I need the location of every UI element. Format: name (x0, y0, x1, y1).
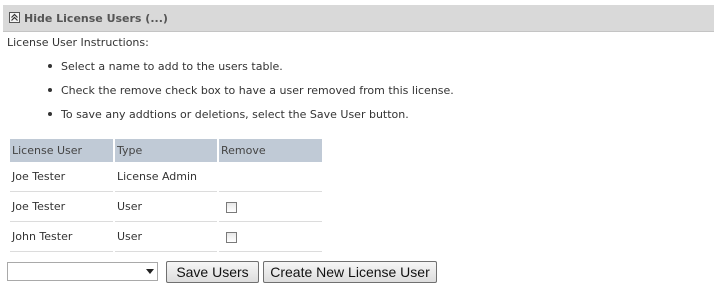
column-header-remove: Remove (219, 139, 322, 162)
bullet-icon (48, 112, 52, 116)
instruction-text: Check the remove check box to have a use… (61, 84, 454, 97)
remove-checkbox[interactable] (226, 231, 237, 243)
remove-cell (219, 162, 322, 192)
user-type-cell: User (115, 192, 217, 222)
license-users-table: License User Type Remove Joe Tester Lice… (8, 139, 324, 252)
instruction-text: To save any addtions or deletions, selec… (61, 108, 409, 121)
instruction-text: Select a name to add to the users table. (61, 60, 283, 73)
save-users-button[interactable]: Save Users (166, 261, 259, 283)
collapse-up-icon[interactable] (9, 12, 20, 23)
table-row: John Tester User (10, 222, 322, 252)
instruction-item: To save any addtions or deletions, selec… (48, 108, 454, 132)
column-header-license-user: License User (10, 139, 113, 162)
instruction-item: Check the remove check box to have a use… (48, 84, 454, 108)
license-user-cell: John Tester (10, 222, 113, 252)
license-user-cell: Joe Tester (10, 162, 113, 192)
create-new-license-user-button[interactable]: Create New License User (263, 261, 437, 283)
section-header: Hide License Users (...) (3, 5, 714, 32)
table-header-row: License User Type Remove (10, 139, 322, 162)
table-row: Joe Tester License Admin (10, 162, 322, 192)
instruction-item: Select a name to add to the users table. (48, 60, 454, 84)
table-row: Joe Tester User (10, 192, 322, 222)
user-type-cell: User (115, 222, 217, 252)
bullet-icon (48, 64, 52, 68)
remove-checkbox[interactable] (226, 201, 237, 213)
license-user-cell: Joe Tester (10, 192, 113, 222)
dropdown-arrow-icon (146, 269, 154, 274)
user-select-dropdown[interactable] (7, 262, 158, 281)
user-type-cell: License Admin (115, 162, 217, 192)
remove-cell (219, 192, 322, 222)
column-header-type: Type (115, 139, 217, 162)
bullet-icon (48, 88, 52, 92)
section-toggle-link[interactable]: Hide License Users (...) (24, 12, 168, 25)
instructions-list: Select a name to add to the users table.… (48, 60, 454, 132)
instructions-label: License User Instructions: (7, 36, 149, 49)
remove-cell (219, 222, 322, 252)
